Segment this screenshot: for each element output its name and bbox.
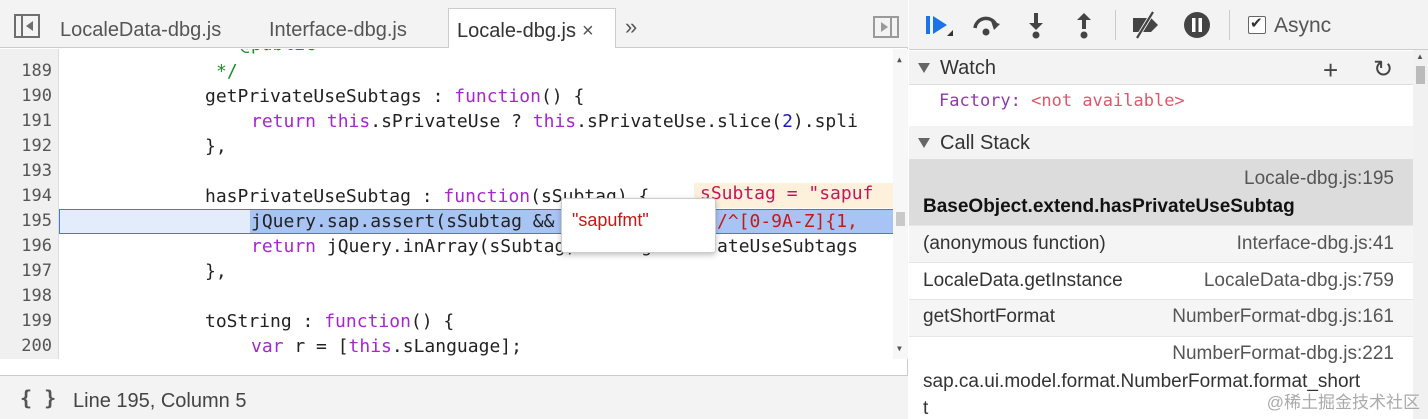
code-line: toString : function() { — [205, 311, 455, 332]
code-editor[interactable]: 188 189 190 191 192 193 194 195 196 197 … — [0, 49, 908, 359]
add-watch-expression-icon[interactable]: + — [1323, 55, 1338, 86]
watch-expression-value: <not available> — [1031, 91, 1185, 111]
call-frame[interactable]: getShortFormat NumberFormat-dbg.js:161 — [909, 300, 1413, 337]
call-frame-function: getShortFormat — [923, 306, 1055, 327]
scrollbar-thumb[interactable] — [896, 212, 905, 226]
pretty-print-icon[interactable]: { } — [20, 386, 56, 410]
toolbar-separator — [1229, 10, 1230, 40]
scroll-up-arrow-icon[interactable]: ▲ — [1416, 52, 1424, 61]
scroll-up-arrow-icon[interactable]: ▲ — [897, 55, 902, 64]
source-editor-panel: LocaleData-dbg.js Interface-dbg.js Local… — [0, 0, 908, 419]
code-line-current: jQuery.sap.assert(sSubtag && sSubtag.mat… — [251, 211, 858, 232]
inline-variable-value: sSubtag = "sapuf — [694, 183, 894, 208]
close-tab-icon[interactable]: × — [582, 9, 594, 53]
step-into-icon[interactable] — [1021, 10, 1051, 40]
tab-interface[interactable]: Interface-dbg.js — [269, 8, 407, 48]
more-tabs-icon[interactable]: » — [625, 14, 637, 40]
async-label: Async — [1274, 14, 1332, 37]
call-frame-function: (anonymous function) — [923, 233, 1106, 254]
line-number[interactable]: 191 — [0, 111, 52, 131]
code-line: */ — [216, 61, 238, 82]
line-number[interactable]: 198 — [0, 286, 52, 306]
code-line: var r = [this.sLanguage]; — [251, 336, 522, 357]
call-frame-selected[interactable]: Locale-dbg.js:195 BaseObject.extend.hasP… — [909, 160, 1413, 226]
debugger-toolbar: Async — [909, 0, 1428, 50]
collapse-triangle-icon[interactable] — [918, 138, 930, 148]
code-line: }, — [205, 261, 227, 282]
watch-expression-name: Factory: — [939, 91, 1021, 111]
scrollbar-thumb[interactable] — [1416, 66, 1425, 84]
editor-status-bar: { } Line 195, Column 5 — [0, 375, 908, 419]
toolbar-separator — [1115, 10, 1116, 40]
editor-tab-bar: LocaleData-dbg.js Interface-dbg.js Local… — [0, 0, 908, 48]
call-frame[interactable]: LocaleData.getInstance LocaleData-dbg.js… — [909, 263, 1413, 300]
line-number[interactable]: 188 — [0, 49, 52, 54]
code-line: return this.sPrivateUse ? this.sPrivateU… — [251, 111, 858, 132]
sidebar-scrollbar[interactable]: ▲ — [1413, 50, 1428, 419]
tab-localedata[interactable]: LocaleData-dbg.js — [60, 8, 221, 48]
value-hover-popover: "sapufmt" — [561, 198, 716, 253]
async-checkbox[interactable] — [1248, 14, 1266, 34]
call-frame-location: Locale-dbg.js:195 — [1244, 168, 1394, 189]
watch-pane-header[interactable]: Watch + ↻ — [909, 51, 1413, 85]
popover-value: "sapufmt" — [572, 210, 649, 230]
line-number[interactable]: 193 — [0, 161, 52, 181]
toggle-navigator-icon[interactable] — [14, 14, 40, 38]
call-frame-location: NumberFormat-dbg.js:161 — [1172, 306, 1394, 327]
line-number-current[interactable]: 195 — [0, 211, 52, 231]
deactivate-breakpoints-icon[interactable] — [1131, 10, 1161, 40]
call-frame-location: LocaleData-dbg.js:759 — [1203, 270, 1394, 291]
line-number[interactable]: 194 — [0, 186, 52, 206]
line-number[interactable]: 192 — [0, 136, 52, 156]
watch-title: Watch — [940, 57, 996, 79]
line-number[interactable]: 197 — [0, 261, 52, 281]
editor-vertical-scrollbar[interactable]: ▲ ▼ — [893, 49, 908, 359]
call-frame[interactable]: (anonymous function) Interface-dbg.js:41 — [909, 226, 1413, 263]
refresh-watch-icon[interactable]: ↻ — [1373, 55, 1393, 84]
line-number[interactable]: 190 — [0, 86, 52, 106]
code-line: }, — [205, 136, 227, 157]
line-number[interactable]: 196 — [0, 236, 52, 256]
code-line: getPrivateUseSubtags : function() { — [205, 86, 585, 107]
call-frame-location: NumberFormat-dbg.js:221 — [1172, 343, 1394, 364]
step-out-icon[interactable] — [1069, 10, 1099, 40]
line-number[interactable]: 200 — [0, 336, 52, 356]
cursor-position: Line 195, Column 5 — [73, 390, 247, 412]
resume-icon[interactable] — [923, 10, 953, 40]
line-number[interactable]: 189 — [0, 61, 52, 81]
call-frame-function: LocaleData.getInstance — [923, 270, 1123, 291]
line-number-gutter[interactable]: 188 189 190 191 192 193 194 195 196 197 … — [0, 49, 59, 359]
scroll-down-arrow-icon[interactable]: ▼ — [897, 344, 902, 353]
collapse-triangle-icon[interactable] — [918, 63, 930, 73]
code-line: @public — [240, 49, 316, 55]
debugger-sidebar: Async Watch + ↻ Factory: <not available>… — [909, 0, 1428, 419]
tab-label: Locale-dbg.js — [457, 20, 576, 42]
pause-on-exceptions-icon[interactable] — [1182, 10, 1212, 40]
call-frame-location: Interface-dbg.js:41 — [1236, 233, 1394, 254]
call-frame-function: BaseObject.extend.hasPrivateUseSubtag — [923, 196, 1295, 217]
call-stack-title: Call Stack — [940, 132, 1031, 154]
call-frame-function-wrap: t — [923, 398, 929, 419]
call-stack-pane-header[interactable]: Call Stack — [909, 126, 1413, 160]
watch-expression-row[interactable]: Factory: <not available> — [939, 91, 1185, 111]
tab-locale-active[interactable]: Locale-dbg.js × — [448, 8, 616, 48]
step-over-icon[interactable] — [971, 10, 1001, 40]
watermark: @稀土掘金技术社区 — [1266, 393, 1420, 412]
toggle-debugger-sidebar-icon[interactable] — [873, 16, 899, 38]
code-line: return jQuery.inArray(sSubtag, this.getP… — [251, 236, 858, 257]
line-number[interactable]: 199 — [0, 311, 52, 331]
